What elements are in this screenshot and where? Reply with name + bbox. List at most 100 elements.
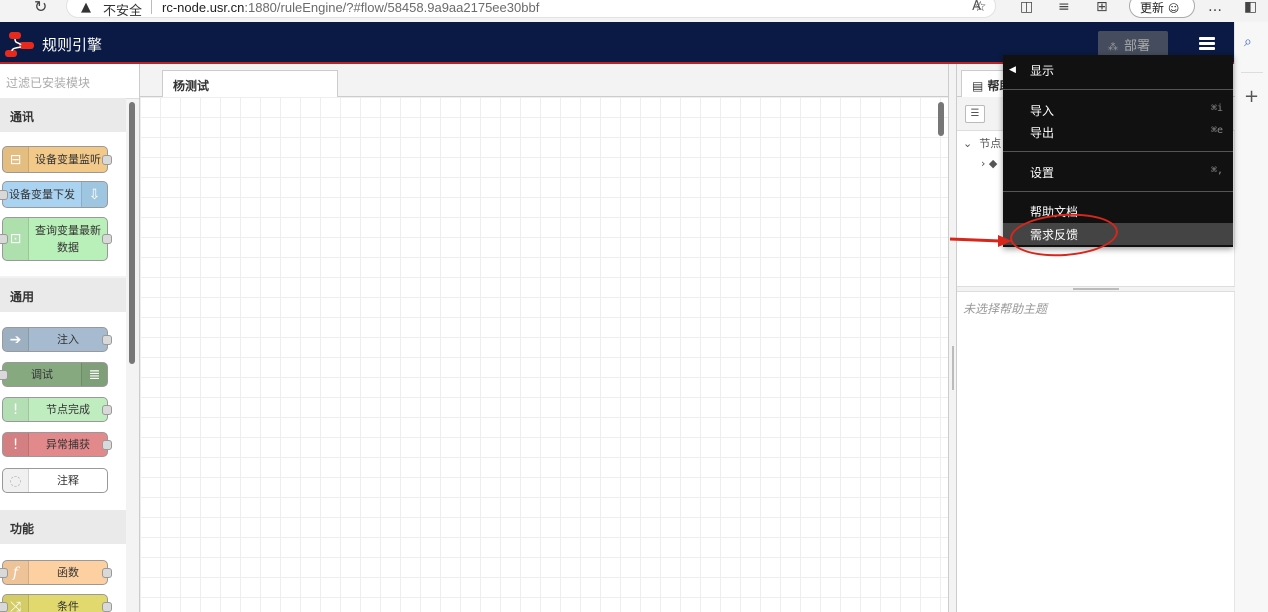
node-switch[interactable]: ⤨ 条件 <box>0 594 112 612</box>
menu-item-label: 导出 <box>1030 126 1055 140</box>
sidebar-toggle-icon[interactable]: ◧ <box>1244 0 1257 15</box>
warning-icon[interactable]: ▲ <box>81 0 91 15</box>
add-icon[interactable]: + <box>1244 86 1259 107</box>
node-query-var-latest[interactable]: ⊡ 查询变量最新数据 <box>0 217 112 261</box>
output-port[interactable] <box>102 601 112 612</box>
more-icon[interactable]: … <box>1208 0 1222 15</box>
output-port[interactable] <box>102 154 112 165</box>
update-label: 更新 <box>1140 1 1165 15</box>
browser-toolbar: ↻ ▲ 不安全 rc-node.usr.cn:1880/ruleEngine/?… <box>0 0 1268 22</box>
inject-arrow-icon: ➔ <box>3 328 29 351</box>
node-label: 设备变量监听 <box>35 153 101 166</box>
category-common[interactable]: 通用 <box>0 278 126 312</box>
tab-flow[interactable]: 杨测试 <box>162 70 338 98</box>
node-label: 条件 <box>57 600 79 612</box>
app-title: 规则引擎 <box>42 36 103 54</box>
url-path: :1880/ruleEngine/?#flow/58458.9a9aa2175e… <box>244 0 540 15</box>
comment-bubble-icon: ◌ <box>3 469 29 492</box>
reload-icon[interactable]: ↻ <box>34 0 47 16</box>
split-screen-icon[interactable]: ◫ <box>1020 0 1033 15</box>
menu-item-export[interactable]: 导出 ⌘e <box>1003 121 1233 143</box>
output-port[interactable] <box>102 334 112 345</box>
menu-bar-2 <box>1199 42 1215 45</box>
favorite-star-icon[interactable]: ☆ <box>974 0 987 15</box>
submenu-arrow-icon: ◀ <box>1009 65 1016 75</box>
main-menu-button[interactable] <box>1186 30 1226 58</box>
workspace-canvas[interactable] <box>140 97 948 612</box>
input-port[interactable] <box>0 369 8 380</box>
deploy-button[interactable]: ⁂ 部署 <box>1098 31 1168 57</box>
book-icon: ▤ <box>972 79 984 93</box>
input-port[interactable] <box>0 234 8 244</box>
help-splitter[interactable] <box>957 286 1235 292</box>
menu-separator <box>1003 89 1233 90</box>
workspace-scrollbar[interactable] <box>938 102 944 136</box>
menu-item-label: 显示 <box>1030 64 1055 78</box>
node-label: 调试 <box>31 368 53 381</box>
node-label: 节点完成 <box>46 403 90 416</box>
menu-item-settings[interactable]: 设置 ⌘, <box>1003 161 1233 183</box>
output-port[interactable] <box>102 567 112 578</box>
collections-icon[interactable]: ⊞ <box>1096 0 1108 15</box>
menu-separator <box>1003 151 1233 152</box>
node-device-var-listen[interactable]: ⊟ 设备变量监听 <box>2 146 112 173</box>
menu-item-import[interactable]: 导入 ⌘i <box>1003 99 1233 121</box>
device-send-icon: ⇩ <box>81 182 107 207</box>
node-label: 异常捕获 <box>46 438 90 451</box>
palette-scrollbar[interactable] <box>129 102 135 364</box>
input-port[interactable] <box>0 189 8 200</box>
address-separator <box>151 0 152 14</box>
tree-root[interactable]: ⌄ 节点 <box>963 135 1001 151</box>
search-icon[interactable]: ⌕ <box>1244 34 1252 50</box>
deploy-label: 部署 <box>1124 39 1151 54</box>
menu-bar-3 <box>1199 47 1215 50</box>
url-text[interactable]: rc-node.usr.cn:1880/ruleEngine/?#flow/58… <box>162 0 539 15</box>
deploy-icon: ⁂ <box>1108 42 1118 53</box>
menu-shortcut: ⌘i <box>1210 103 1223 114</box>
menu-separator <box>1003 191 1233 192</box>
chevron-down-icon: ⌄ <box>963 137 973 150</box>
tree-root-label: 节点 <box>979 137 1002 150</box>
exclamation-icon: ! <box>3 398 29 421</box>
chevron-right-icon: › <box>981 157 986 170</box>
output-port[interactable] <box>102 234 112 244</box>
node-palette: 过滤已安装模块 通讯 ⊟ 设备变量监听 设备变量下发 ⇩ ⊡ 查询变量最新数据 … <box>0 64 140 612</box>
output-port[interactable] <box>102 439 112 450</box>
palette-filter-input[interactable]: 过滤已安装模块 <box>0 64 139 99</box>
node-label: 注入 <box>57 333 79 346</box>
node-debug[interactable]: 调试 ≣ <box>0 362 108 387</box>
help-empty-message: 未选择帮助主题 <box>963 302 1048 316</box>
input-port[interactable] <box>0 601 8 612</box>
node-label: 设备变量下发 <box>9 188 75 201</box>
device-listen-icon: ⊟ <box>3 147 29 172</box>
node-catch[interactable]: ! 异常捕获 <box>2 432 112 457</box>
menu-item-view[interactable]: ◀ 显示 <box>1003 59 1233 81</box>
category-communication[interactable]: 通讯 <box>0 98 126 132</box>
input-port[interactable] <box>0 567 8 578</box>
separator-grip <box>952 346 954 390</box>
output-port[interactable] <box>102 404 112 415</box>
exclamation-icon: ! <box>3 433 29 456</box>
tree-child[interactable]: › ◆ <box>981 157 997 170</box>
security-label[interactable]: 不安全 <box>103 0 142 19</box>
node-complete[interactable]: ! 节点完成 <box>2 397 112 422</box>
node-red-logo-icon <box>5 32 34 57</box>
update-button[interactable]: 更新 ☺ <box>1129 0 1195 18</box>
menu-item-label: 导入 <box>1030 104 1055 118</box>
node-inject[interactable]: ➔ 注入 <box>2 327 112 352</box>
edge-sidebar-separator <box>1241 72 1263 73</box>
list-view-icon[interactable]: ☰ <box>965 105 985 123</box>
node-comment[interactable]: ◌ 注释 <box>2 468 108 493</box>
sidebar-separator[interactable] <box>948 64 956 612</box>
node-device-var-send[interactable]: 设备变量下发 ⇩ <box>0 181 108 208</box>
node-label: 函数 <box>57 566 79 579</box>
debug-list-icon: ≣ <box>81 363 107 386</box>
category-function[interactable]: 功能 <box>0 510 126 544</box>
node-label: 注释 <box>57 474 79 487</box>
node-function[interactable]: f 函数 <box>0 560 112 585</box>
menu-shortcut: ⌘e <box>1210 125 1223 136</box>
url-host: rc-node.usr.cn <box>162 0 245 15</box>
edge-sidebar: ⌕ + <box>1234 22 1268 612</box>
address-bar[interactable]: ▲ 不安全 rc-node.usr.cn:1880/ruleEngine/?#f… <box>66 0 996 19</box>
favorites-list-icon[interactable]: ≡ <box>1058 0 1070 15</box>
